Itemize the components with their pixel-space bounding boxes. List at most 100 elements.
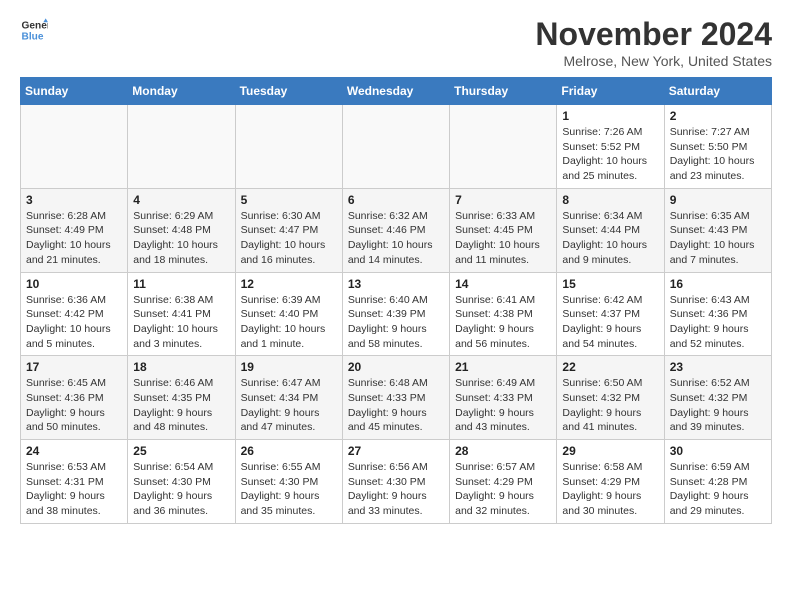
day-info: Sunrise: 6:39 AM Sunset: 4:40 PM Dayligh… bbox=[241, 293, 337, 352]
header: General Blue November 2024 Melrose, New … bbox=[20, 16, 772, 69]
day-info: Sunrise: 6:58 AM Sunset: 4:29 PM Dayligh… bbox=[562, 460, 658, 519]
day-info: Sunrise: 6:35 AM Sunset: 4:43 PM Dayligh… bbox=[670, 209, 766, 268]
day-number: 13 bbox=[348, 277, 444, 291]
day-number: 22 bbox=[562, 360, 658, 374]
day-number: 3 bbox=[26, 193, 122, 207]
day-number: 5 bbox=[241, 193, 337, 207]
day-cell: 21 Sunrise: 6:49 AM Sunset: 4:33 PM Dayli… bbox=[450, 356, 557, 440]
week-row-4: 17 Sunrise: 6:45 AM Sunset: 4:36 PM Dayli… bbox=[21, 356, 772, 440]
day-number: 27 bbox=[348, 444, 444, 458]
day-cell: 14 Sunrise: 6:41 AM Sunset: 4:38 PM Dayli… bbox=[450, 272, 557, 356]
day-number: 16 bbox=[670, 277, 766, 291]
day-info: Sunrise: 6:38 AM Sunset: 4:41 PM Dayligh… bbox=[133, 293, 229, 352]
day-cell: 27 Sunrise: 6:56 AM Sunset: 4:30 PM Dayli… bbox=[342, 440, 449, 524]
day-number: 28 bbox=[455, 444, 551, 458]
day-info: Sunrise: 6:57 AM Sunset: 4:29 PM Dayligh… bbox=[455, 460, 551, 519]
day-cell: 28 Sunrise: 6:57 AM Sunset: 4:29 PM Dayli… bbox=[450, 440, 557, 524]
month-title: November 2024 bbox=[535, 16, 772, 53]
weekday-header-friday: Friday bbox=[557, 78, 664, 105]
day-cell: 19 Sunrise: 6:47 AM Sunset: 4:34 PM Dayli… bbox=[235, 356, 342, 440]
day-info: Sunrise: 6:56 AM Sunset: 4:30 PM Dayligh… bbox=[348, 460, 444, 519]
day-info: Sunrise: 6:54 AM Sunset: 4:30 PM Dayligh… bbox=[133, 460, 229, 519]
day-info: Sunrise: 6:33 AM Sunset: 4:45 PM Dayligh… bbox=[455, 209, 551, 268]
weekday-header-tuesday: Tuesday bbox=[235, 78, 342, 105]
day-info: Sunrise: 6:46 AM Sunset: 4:35 PM Dayligh… bbox=[133, 376, 229, 435]
day-info: Sunrise: 6:47 AM Sunset: 4:34 PM Dayligh… bbox=[241, 376, 337, 435]
day-cell: 3 Sunrise: 6:28 AM Sunset: 4:49 PM Daylig… bbox=[21, 188, 128, 272]
day-cell: 26 Sunrise: 6:55 AM Sunset: 4:30 PM Dayli… bbox=[235, 440, 342, 524]
day-cell bbox=[21, 105, 128, 189]
day-number: 19 bbox=[241, 360, 337, 374]
day-cell: 30Sunrise: 6:59 AM Sunset: 4:28 PM Dayli… bbox=[664, 440, 771, 524]
day-number: 20 bbox=[348, 360, 444, 374]
day-cell: 25Sunrise: 6:54 AM Sunset: 4:30 PM Dayli… bbox=[128, 440, 235, 524]
svg-text:Blue: Blue bbox=[22, 31, 44, 42]
day-number: 26 bbox=[241, 444, 337, 458]
day-cell: 23 Sunrise: 6:52 AM Sunset: 4:32 PM Dayli… bbox=[664, 356, 771, 440]
day-cell: 24Sunrise: 6:53 AM Sunset: 4:31 PM Dayli… bbox=[21, 440, 128, 524]
day-number: 15 bbox=[562, 277, 658, 291]
day-info: Sunrise: 6:50 AM Sunset: 4:32 PM Dayligh… bbox=[562, 376, 658, 435]
week-row-5: 24Sunrise: 6:53 AM Sunset: 4:31 PM Dayli… bbox=[21, 440, 772, 524]
day-cell: 16 Sunrise: 6:43 AM Sunset: 4:36 PM Dayli… bbox=[664, 272, 771, 356]
day-cell: 5 Sunrise: 6:30 AM Sunset: 4:47 PM Daylig… bbox=[235, 188, 342, 272]
day-info: Sunrise: 6:49 AM Sunset: 4:33 PM Dayligh… bbox=[455, 376, 551, 435]
day-cell: 7 Sunrise: 6:33 AM Sunset: 4:45 PM Daylig… bbox=[450, 188, 557, 272]
day-info: Sunrise: 6:29 AM Sunset: 4:48 PM Dayligh… bbox=[133, 209, 229, 268]
weekday-header-sunday: Sunday bbox=[21, 78, 128, 105]
day-info: Sunrise: 6:52 AM Sunset: 4:32 PM Dayligh… bbox=[670, 376, 766, 435]
day-cell: 15 Sunrise: 6:42 AM Sunset: 4:37 PM Dayli… bbox=[557, 272, 664, 356]
day-cell: 4 Sunrise: 6:29 AM Sunset: 4:48 PM Daylig… bbox=[128, 188, 235, 272]
day-number: 7 bbox=[455, 193, 551, 207]
day-cell: 12 Sunrise: 6:39 AM Sunset: 4:40 PM Dayli… bbox=[235, 272, 342, 356]
weekday-header-thursday: Thursday bbox=[450, 78, 557, 105]
day-info: Sunrise: 6:42 AM Sunset: 4:37 PM Dayligh… bbox=[562, 293, 658, 352]
day-cell: 22 Sunrise: 6:50 AM Sunset: 4:32 PM Dayli… bbox=[557, 356, 664, 440]
day-number: 17 bbox=[26, 360, 122, 374]
title-area: November 2024 Melrose, New York, United … bbox=[535, 16, 772, 69]
day-info: Sunrise: 6:32 AM Sunset: 4:46 PM Dayligh… bbox=[348, 209, 444, 268]
day-cell: 17 Sunrise: 6:45 AM Sunset: 4:36 PM Dayli… bbox=[21, 356, 128, 440]
day-info: Sunrise: 6:28 AM Sunset: 4:49 PM Dayligh… bbox=[26, 209, 122, 268]
day-info: Sunrise: 6:34 AM Sunset: 4:44 PM Dayligh… bbox=[562, 209, 658, 268]
day-number: 21 bbox=[455, 360, 551, 374]
day-cell: 20 Sunrise: 6:48 AM Sunset: 4:33 PM Dayli… bbox=[342, 356, 449, 440]
day-cell bbox=[342, 105, 449, 189]
week-row-3: 10 Sunrise: 6:36 AM Sunset: 4:42 PM Dayli… bbox=[21, 272, 772, 356]
day-cell bbox=[128, 105, 235, 189]
day-number: 4 bbox=[133, 193, 229, 207]
day-cell: 11 Sunrise: 6:38 AM Sunset: 4:41 PM Dayli… bbox=[128, 272, 235, 356]
day-number: 2 bbox=[670, 109, 766, 123]
day-cell: 29 Sunrise: 6:58 AM Sunset: 4:29 PM Dayli… bbox=[557, 440, 664, 524]
day-info: Sunrise: 6:36 AM Sunset: 4:42 PM Dayligh… bbox=[26, 293, 122, 352]
day-number: 12 bbox=[241, 277, 337, 291]
day-info: Sunrise: 6:43 AM Sunset: 4:36 PM Dayligh… bbox=[670, 293, 766, 352]
day-number: 23 bbox=[670, 360, 766, 374]
day-info: Sunrise: 6:55 AM Sunset: 4:30 PM Dayligh… bbox=[241, 460, 337, 519]
day-number: 18 bbox=[133, 360, 229, 374]
day-info: Sunrise: 6:30 AM Sunset: 4:47 PM Dayligh… bbox=[241, 209, 337, 268]
week-row-2: 3 Sunrise: 6:28 AM Sunset: 4:49 PM Daylig… bbox=[21, 188, 772, 272]
day-number: 24 bbox=[26, 444, 122, 458]
day-info: Sunrise: 7:26 AM Sunset: 5:52 PM Dayligh… bbox=[562, 125, 658, 184]
day-number: 11 bbox=[133, 277, 229, 291]
day-cell bbox=[450, 105, 557, 189]
day-number: 14 bbox=[455, 277, 551, 291]
day-cell: 10 Sunrise: 6:36 AM Sunset: 4:42 PM Dayli… bbox=[21, 272, 128, 356]
weekday-header-wednesday: Wednesday bbox=[342, 78, 449, 105]
day-number: 29 bbox=[562, 444, 658, 458]
day-number: 9 bbox=[670, 193, 766, 207]
day-number: 1 bbox=[562, 109, 658, 123]
day-info: Sunrise: 7:27 AM Sunset: 5:50 PM Dayligh… bbox=[670, 125, 766, 184]
day-info: Sunrise: 6:45 AM Sunset: 4:36 PM Dayligh… bbox=[26, 376, 122, 435]
day-info: Sunrise: 6:48 AM Sunset: 4:33 PM Dayligh… bbox=[348, 376, 444, 435]
day-number: 30 bbox=[670, 444, 766, 458]
day-number: 10 bbox=[26, 277, 122, 291]
day-cell: 8Sunrise: 6:34 AM Sunset: 4:44 PM Daylig… bbox=[557, 188, 664, 272]
day-cell: 18 Sunrise: 6:46 AM Sunset: 4:35 PM Dayli… bbox=[128, 356, 235, 440]
day-info: Sunrise: 6:41 AM Sunset: 4:38 PM Dayligh… bbox=[455, 293, 551, 352]
weekday-header-row: SundayMondayTuesdayWednesdayThursdayFrid… bbox=[21, 78, 772, 105]
week-row-1: 1 Sunrise: 7:26 AM Sunset: 5:52 PM Daylig… bbox=[21, 105, 772, 189]
location: Melrose, New York, United States bbox=[535, 53, 772, 69]
logo: General Blue bbox=[20, 16, 48, 44]
